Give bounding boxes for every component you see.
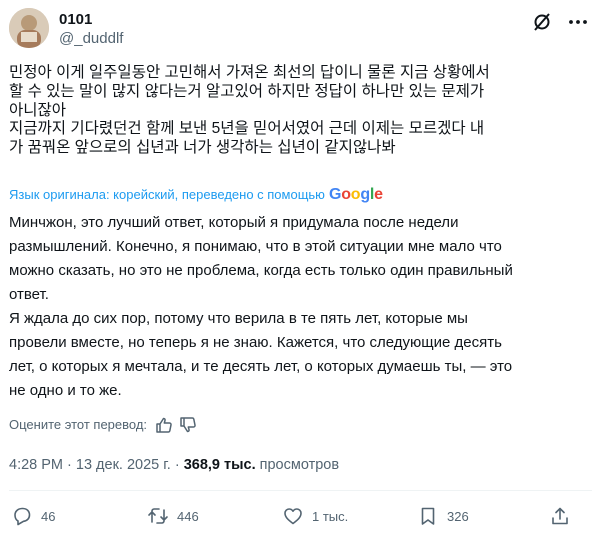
like-button[interactable]: 1 тыс. xyxy=(282,502,348,530)
repost-icon xyxy=(148,508,168,524)
repost-count: 446 xyxy=(177,508,199,524)
reply-count: 46 xyxy=(41,508,56,524)
meta-separator-2: · xyxy=(170,457,184,473)
divider xyxy=(9,490,592,491)
share-icon xyxy=(552,507,568,525)
tweet-original-text: 민정아 이게 일주일동안 고민해서 가져온 최선의 답이니 물론 지금 상황에서… xyxy=(9,64,490,157)
google-logo: Google xyxy=(328,186,383,203)
tweet-translated-text: Минчжон, это лучший ответ, который я при… xyxy=(9,214,513,399)
action-bar: 46 446 1 тыс. 326 xyxy=(9,502,592,530)
heart-icon xyxy=(284,508,302,525)
repost-button[interactable]: 446 xyxy=(147,502,199,530)
display-name[interactable]: 0101 xyxy=(59,10,123,29)
like-count: 1 тыс. xyxy=(312,508,349,524)
bookmark-button[interactable]: 326 xyxy=(417,502,469,530)
tweet-date[interactable]: 13 дек. 2025 г. xyxy=(76,457,171,473)
thumbs-down-icon[interactable] xyxy=(179,416,197,434)
avatar-image xyxy=(9,8,49,48)
share-button[interactable] xyxy=(549,502,571,530)
rate-translation-label: Оцените этот перевод: xyxy=(9,417,148,432)
tweet-header: 0101 @_duddlf xyxy=(9,8,592,54)
author-names: 0101 @_duddlf xyxy=(59,10,123,49)
rate-translation: Оцените этот перевод: xyxy=(9,416,197,434)
reply-button[interactable]: 46 xyxy=(11,502,55,530)
translation-note[interactable]: Язык оригинала: корейский, переведено с … xyxy=(9,187,383,203)
bookmark-icon xyxy=(421,507,435,525)
grok-icon[interactable] xyxy=(532,12,552,32)
translation-note-label: Язык оригинала: корейский, переведено с … xyxy=(9,187,325,202)
bookmark-count: 326 xyxy=(447,508,469,524)
reply-icon xyxy=(14,507,31,526)
avatar[interactable] xyxy=(9,8,49,48)
views-label: просмотров xyxy=(259,457,340,473)
thumbs-up-icon[interactable] xyxy=(155,416,173,434)
tweet-meta: 4:28 PM · 13 дек. 2025 г. · 368,9 тыс. п… xyxy=(9,456,339,474)
handle[interactable]: @_duddlf xyxy=(59,29,123,49)
meta-separator: · xyxy=(63,457,76,473)
tweet-time[interactable]: 4:28 PM xyxy=(9,457,63,473)
more-icon[interactable] xyxy=(566,12,590,32)
views-count[interactable]: 368,9 тыс. xyxy=(184,457,256,473)
